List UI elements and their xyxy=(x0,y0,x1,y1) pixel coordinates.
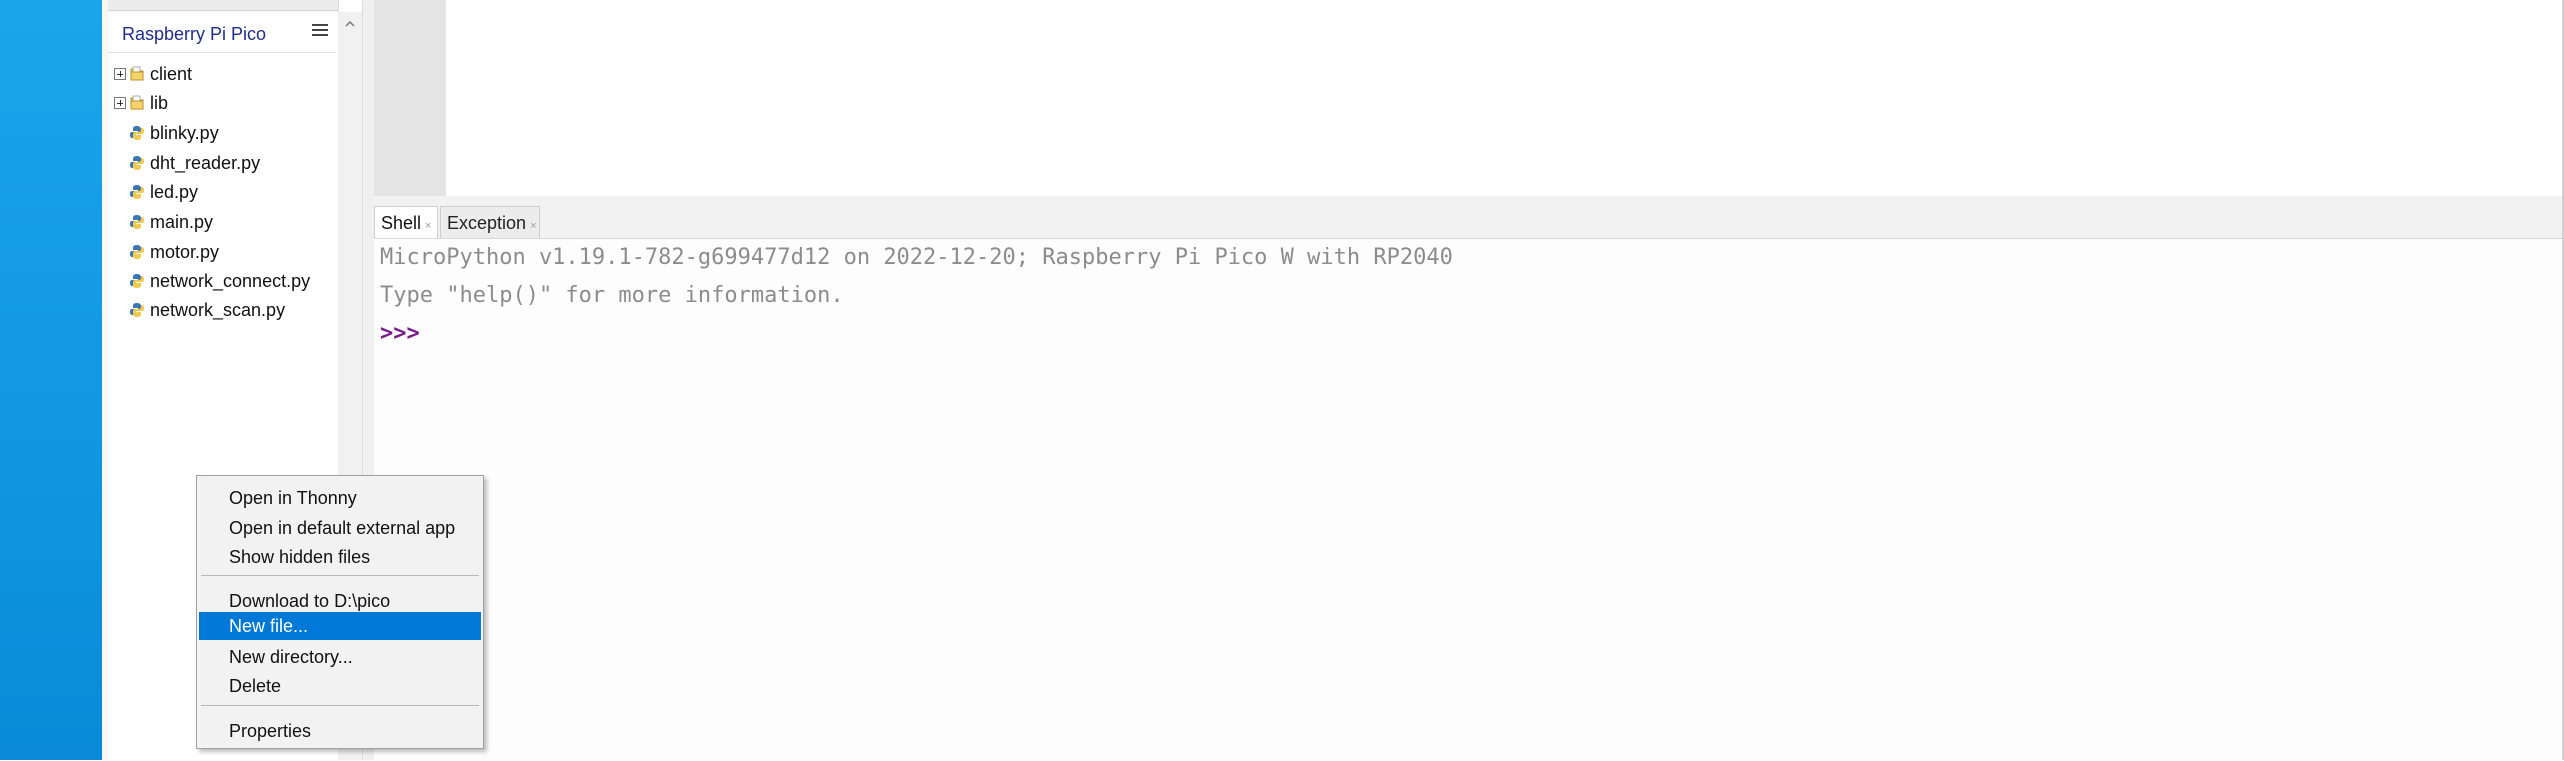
tab-exception[interactable]: Exception × xyxy=(440,206,540,238)
menu-separator xyxy=(201,575,479,576)
tree-item-label: led.py xyxy=(150,181,199,202)
tree-item-blinky[interactable]: blinky.py xyxy=(108,119,336,147)
folder-icon xyxy=(130,95,144,110)
close-icon[interactable]: × xyxy=(530,220,536,232)
menu-item-show-hidden-files[interactable]: Show hidden files xyxy=(199,543,481,571)
tree-item-label: blinky.py xyxy=(150,122,219,143)
menu-item-new-directory[interactable]: New directory... xyxy=(199,643,481,671)
tree-item-label: main.py xyxy=(150,211,214,232)
tree-item-main[interactable]: main.py xyxy=(108,208,336,236)
context-menu: Open in Thonny Open in default external … xyxy=(196,475,484,749)
shell-output-line: MicroPython v1.19.1-782-g699477d12 on 20… xyxy=(380,245,1453,270)
line-number-gutter xyxy=(374,0,446,196)
python-file-icon xyxy=(130,185,144,199)
menu-item-open-in-thonny[interactable]: Open in Thonny xyxy=(199,484,481,512)
python-file-icon xyxy=(130,156,144,170)
python-file-icon xyxy=(130,274,144,288)
tree-item-network-connect[interactable]: network_connect.py xyxy=(108,267,336,295)
tree-item-label: dht_reader.py xyxy=(150,152,261,173)
python-file-icon xyxy=(130,215,144,229)
tree-item-dht-reader[interactable]: dht_reader.py xyxy=(108,149,336,177)
menu-separator xyxy=(201,705,479,706)
python-file-icon xyxy=(130,126,144,140)
tree-item-label: client xyxy=(150,63,193,84)
menu-item-delete[interactable]: Delete xyxy=(199,672,481,700)
shell-console[interactable]: MicroPython v1.19.1-782-g699477d12 on 20… xyxy=(374,238,2564,761)
folder-icon xyxy=(130,66,144,81)
python-file-icon xyxy=(130,303,144,317)
device-header: Raspberry Pi Pico xyxy=(108,12,336,53)
tree-item-client[interactable]: client xyxy=(108,60,336,88)
tree-item-network-scan[interactable]: network_scan.py xyxy=(108,296,336,324)
tree-item-label: network_scan.py xyxy=(150,299,286,320)
shell-output-line: Type "help()" for more information. xyxy=(380,283,844,308)
files-panel-top-edge xyxy=(108,0,338,11)
plus-box-icon[interactable] xyxy=(114,97,126,109)
menu-item-download[interactable]: Download to D:\pico xyxy=(199,587,481,615)
menu-item-open-external[interactable]: Open in default external app xyxy=(199,514,481,542)
menu-item-properties[interactable]: Properties xyxy=(199,717,481,745)
tree-item-label: lib xyxy=(150,92,169,113)
tab-shell[interactable]: Shell × xyxy=(374,206,438,238)
plus-box-icon[interactable] xyxy=(114,68,126,80)
tree-item-label: network_connect.py xyxy=(150,270,311,291)
tree-item-led[interactable]: led.py xyxy=(108,178,336,206)
close-icon[interactable]: × xyxy=(425,220,431,232)
hamburger-menu-icon[interactable] xyxy=(312,24,328,38)
shell-prompt[interactable]: >>> xyxy=(380,321,420,346)
menu-item-new-file[interactable]: New file... xyxy=(199,612,481,640)
device-title: Raspberry Pi Pico xyxy=(122,24,267,44)
tab-label: Exception xyxy=(447,213,527,233)
tab-label: Shell xyxy=(381,213,422,233)
desktop-background xyxy=(0,0,102,760)
bottom-tabbar: Shell × Exception × xyxy=(374,206,2564,238)
chevron-up-icon[interactable] xyxy=(344,18,356,30)
tree-item-lib[interactable]: lib xyxy=(108,89,336,117)
bottom-panel: Shell × Exception × MicroPython v1.19.1-78… xyxy=(374,196,2564,761)
tree-item-motor[interactable]: motor.py xyxy=(108,238,336,266)
tree-item-label: motor.py xyxy=(150,241,220,262)
editor-area[interactable] xyxy=(374,0,2564,197)
python-file-icon xyxy=(130,245,144,259)
